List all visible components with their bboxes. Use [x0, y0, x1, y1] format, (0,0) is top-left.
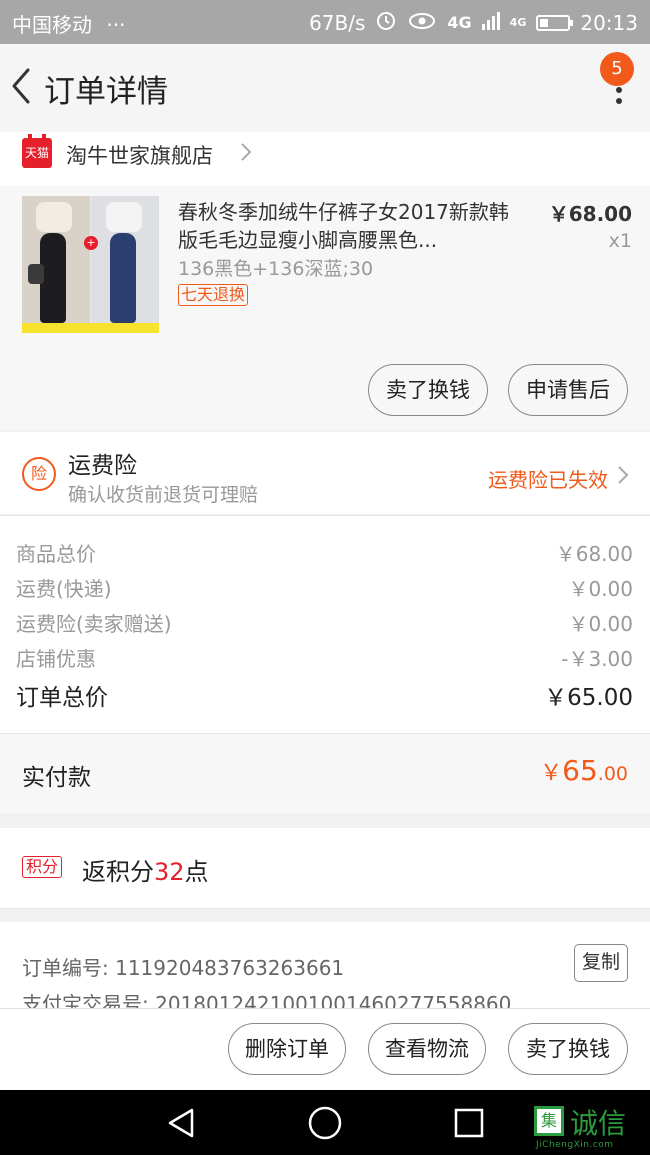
insurance-title: 运费险 [68, 453, 137, 479]
points-row: 积分 返积分32点 [0, 828, 650, 909]
fee-value: ￥0.00 [568, 577, 633, 601]
fee-label: 店铺优惠 [16, 647, 96, 671]
shop-name: 淘牛世家旗舰店 [66, 144, 213, 168]
home-circle-icon[interactable] [307, 1105, 343, 1145]
order-total-label: 订单总价 [16, 685, 108, 711]
chevron-right-icon [616, 462, 630, 488]
actual-payment-label: 实付款 [22, 765, 91, 791]
amount-decimal: .00 [597, 763, 628, 785]
top-nav-bar: 订单详情 5 [0, 44, 650, 132]
after-sale-button[interactable]: 申请售后 [508, 364, 628, 416]
recents-square-icon[interactable] [453, 1107, 485, 1143]
alipay-transaction-number: 支付宝交易号: 2018012421001001460277558860 [22, 992, 512, 1008]
fee-label: 运费险(卖家赠送) [16, 612, 172, 636]
sell-for-cash-button[interactable]: 卖了换钱 [508, 1023, 628, 1075]
system-nav-bar: 集 诚信 JiChengXin.com [0, 1090, 650, 1155]
watermark-url: JiChengXin.com [536, 1140, 614, 1150]
more-notifications-indicator: ··· [106, 13, 126, 37]
tmall-logo-icon: 天猫 [22, 134, 52, 168]
order-total-value: ￥65.00 [544, 685, 633, 711]
product-title[interactable]: 春秋冬季加绒牛仔裤子女2017新款韩版毛毛边显瘦小脚高腰黑色... [178, 198, 518, 254]
delete-order-button[interactable]: 删除订单 [228, 1023, 346, 1075]
insurance-status: 运费险已失效 [488, 468, 608, 492]
carrier-label: 中国移动 [12, 13, 92, 37]
page-title: 订单详情 [44, 74, 168, 110]
shop-row[interactable]: 天猫 淘牛世家旗舰店 [0, 132, 650, 186]
fee-row: 运费(快递) ￥0.00 [0, 573, 650, 607]
fee-row: 商品总价 ￥68.00 [0, 538, 650, 572]
points-text: 返积分32点 [82, 852, 209, 887]
bottom-action-bar: 删除订单 查看物流 卖了换钱 [0, 1008, 650, 1091]
fee-value: ￥68.00 [555, 542, 633, 566]
signal-icon [481, 10, 500, 35]
battery-icon [536, 14, 574, 31]
fee-value: ￥0.00 [568, 612, 633, 636]
product-sku: 136黑色+136深蓝;30 [178, 258, 374, 280]
sell-for-cash-button[interactable]: 卖了换钱 [368, 364, 488, 416]
insurance-subtitle: 确认收货前退货可理赔 [68, 484, 259, 506]
product-quantity: x1 [608, 230, 632, 252]
product-price: ￥68.00 [548, 202, 632, 226]
fee-row: 店铺优惠 -￥3.00 [0, 643, 650, 677]
watermark-logo: 集 诚信 JiChengXin.com [532, 1100, 650, 1152]
fee-label: 运费(快递) [16, 577, 112, 601]
points-badge: 积分 [22, 856, 63, 878]
clock-time: 20:13 [580, 10, 638, 35]
shipping-insurance-row[interactable]: 险 运费险 确认收货前退货可理赔 运费险已失效 [0, 432, 650, 514]
back-triangle-icon[interactable] [164, 1106, 198, 1144]
fee-row: 运费险(卖家赠送) ￥0.00 [0, 608, 650, 642]
actual-payment-value: ￥65.00 [540, 754, 628, 787]
product-card[interactable]: + 春秋冬季加绒牛仔裤子女2017新款韩版毛毛边显瘦小脚高腰黑色... ￥68.… [0, 186, 650, 430]
return-policy-badge: 七天退换 [178, 284, 249, 306]
chevron-right-icon [238, 138, 254, 166]
back-icon[interactable] [6, 64, 40, 108]
price-breakdown: 商品总价 ￥68.00 运费(快递) ￥0.00 运费险(卖家赠送) ￥0.00… [0, 515, 650, 734]
product-thumbnail[interactable]: + [22, 196, 159, 333]
copy-button[interactable]: 复制 [574, 944, 628, 982]
message-count-badge: 5 [600, 52, 634, 86]
points-prefix: 返积分 [82, 858, 154, 886]
view-logistics-button[interactable]: 查看物流 [368, 1023, 486, 1075]
amount-integer: 65 [562, 754, 598, 787]
order-total-row: 订单总价 ￥65.00 [0, 678, 650, 712]
currency-symbol: ￥ [540, 761, 563, 786]
points-number: 32 [154, 858, 185, 886]
insurance-icon: 险 [22, 457, 56, 491]
fee-value: -￥3.00 [561, 647, 633, 671]
status-bar: 中国移动 ··· 67B/s 4G 4G 20:13 [0, 0, 650, 44]
watermark-box: 集 [534, 1106, 564, 1136]
watermark-text: 诚信 [570, 1107, 627, 1140]
eye-icon [407, 10, 437, 35]
network-type-2: 4G [509, 16, 527, 29]
actual-payment-row: 实付款 ￥65.00 [0, 733, 650, 813]
order-number: 订单编号: 111920483763263661 [22, 956, 345, 980]
network-type-1: 4G [447, 13, 472, 32]
points-suffix: 点 [184, 858, 209, 886]
fee-label: 商品总价 [16, 542, 96, 566]
order-info-section: 订单编号: 111920483763263661 复制 支付宝交易号: 2018… [0, 922, 650, 1008]
network-speed: 67B/s [309, 10, 366, 35]
alarm-icon [375, 9, 397, 36]
